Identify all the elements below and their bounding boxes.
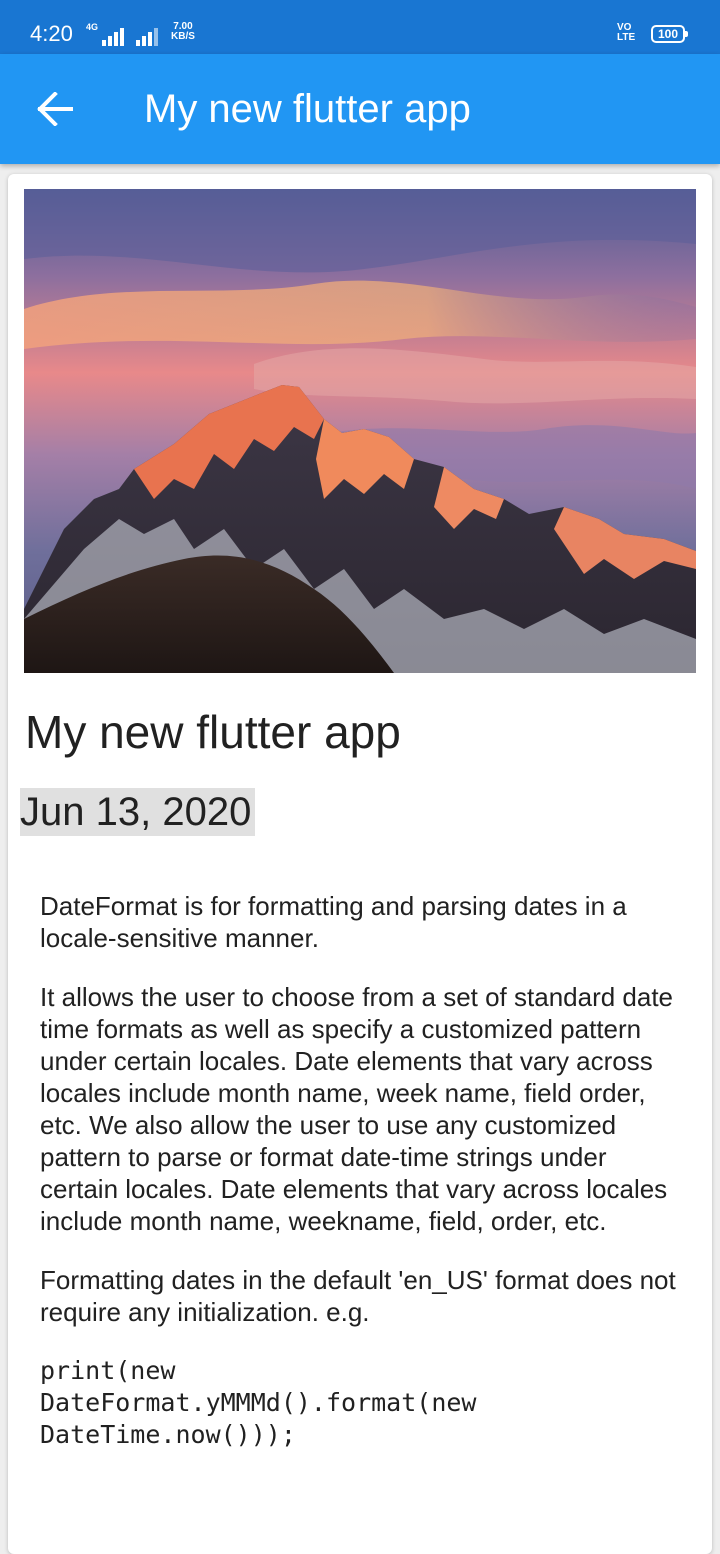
paragraph: Formatting dates in the default 'en_US' … [40, 1265, 676, 1327]
hero-image [24, 189, 696, 673]
signal-strength-icon: 4G [86, 22, 159, 46]
network-type-label: 4G [86, 22, 99, 32]
article-card[interactable]: My new flutter app Jun 13, 2020 DateForm… [8, 174, 712, 1554]
arrow-back-icon [37, 92, 73, 126]
volte-icon: VO LTE [617, 22, 636, 43]
article-body: DateFormat is for formatting and parsing… [40, 890, 690, 1451]
article-title: My new flutter app [25, 706, 401, 758]
app-bar-title: My new flutter app [144, 87, 471, 131]
code-sample: print(new DateFormat.yMMMd().format(new … [40, 1356, 477, 1449]
paragraph: It allows the user to choose from a set … [40, 982, 674, 1236]
app-bar: My new flutter app [0, 54, 720, 164]
paragraph: DateFormat is for formatting and parsing… [40, 891, 627, 953]
network-speed: 7.00 KB/S [171, 21, 195, 42]
status-bar: 4:20 4G 7.00 KB/S VO LTE 100 [0, 0, 720, 54]
battery-level: 100 [657, 27, 679, 41]
back-button[interactable] [30, 82, 84, 136]
status-time: 4:20 [30, 21, 73, 46]
article-date[interactable]: Jun 13, 2020 [20, 788, 256, 836]
battery-icon: 100 [651, 25, 688, 43]
